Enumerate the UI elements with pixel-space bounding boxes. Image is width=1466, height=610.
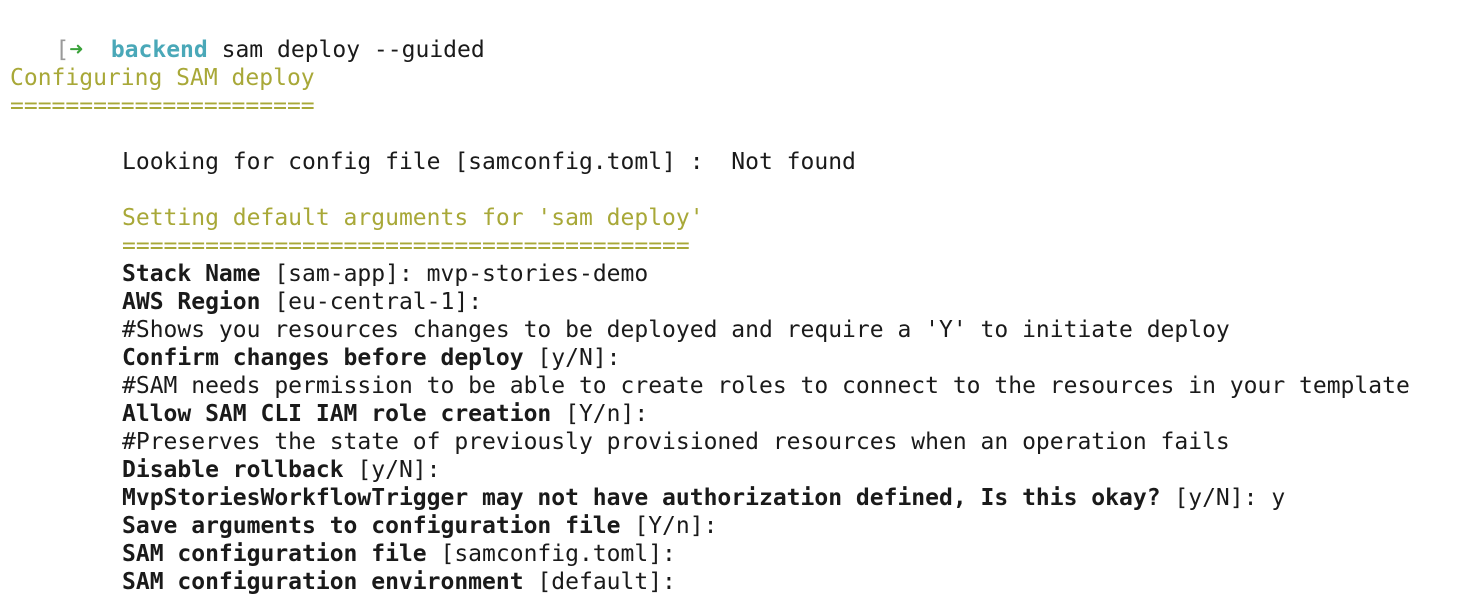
prompt-iam-role: Allow SAM CLI IAM role creation [Y/n]: xyxy=(122,401,649,427)
section-underline-configuring: ====================== xyxy=(10,93,315,119)
section-underline-defaults: ========================================… xyxy=(122,233,690,259)
section-title-configuring: Configuring SAM deploy xyxy=(10,65,315,91)
prompt-config-file: SAM configuration file [samconfig.toml]: xyxy=(122,541,676,567)
prompt-confirm-changes: Confirm changes before deploy [y/N]: xyxy=(122,345,621,371)
prompt-save-arguments: Save arguments to configuration file [Y/… xyxy=(122,513,718,539)
comment-rollback: #Preserves the state of previously provi… xyxy=(122,429,1230,455)
prompt-line: [➜ backend sam deploy --guided xyxy=(0,8,484,63)
prompt-aws-region: AWS Region [eu-central-1]: xyxy=(122,289,483,315)
prompt-bracket: [ xyxy=(55,37,70,63)
prompt-arrow-icon: ➜ xyxy=(69,37,84,63)
prompt-config-environment[interactable]: SAM configuration environment [default]: xyxy=(122,568,676,596)
prompt-disable-rollback: Disable rollback [y/N]: xyxy=(122,457,441,483)
comment-iam-role: #SAM needs permission to be able to crea… xyxy=(122,373,1410,399)
prompt-command: sam deploy --guided xyxy=(221,37,485,63)
config-lookup-line: Looking for config file [samconfig.toml]… xyxy=(122,149,856,175)
prompt-stack-name: Stack Name [sam-app]: mvp-stories-demo xyxy=(122,261,649,287)
section-title-defaults: Setting default arguments for 'sam deplo… xyxy=(122,205,704,231)
comment-confirm-changes: #Shows you resources changes to be deplo… xyxy=(122,317,1230,343)
prompt-authorization: MvpStoriesWorkflowTrigger may not have a… xyxy=(122,485,1286,511)
prompt-directory: backend xyxy=(110,37,208,63)
